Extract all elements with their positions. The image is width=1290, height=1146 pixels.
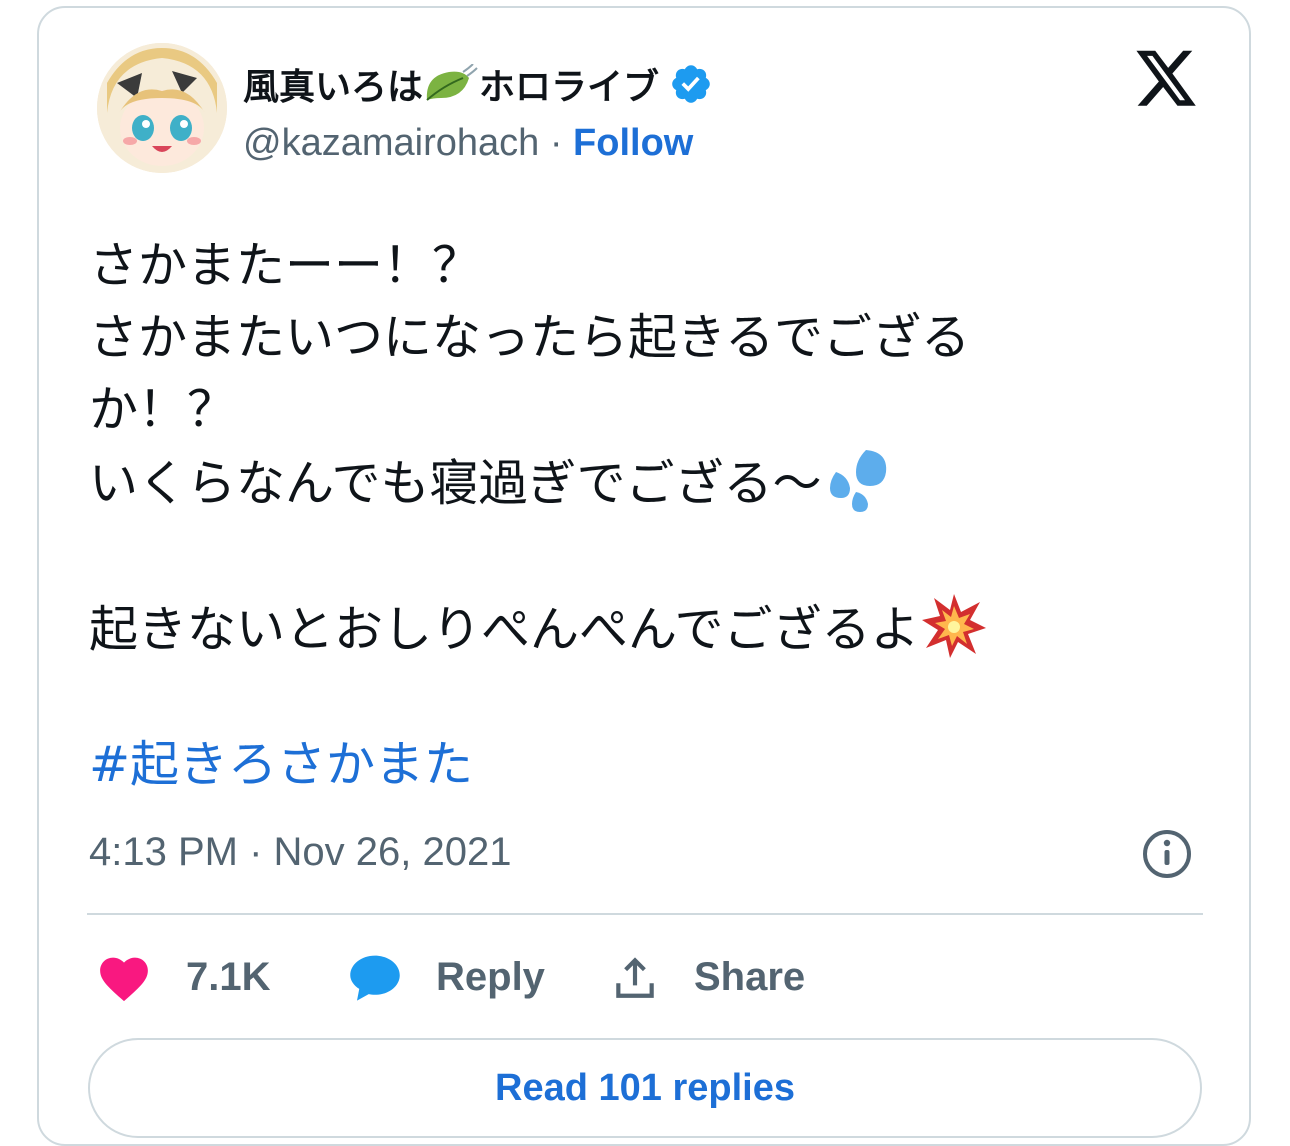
heart-icon [100,957,148,1002]
tweet-line: 起きないとおしりぺんぺんでござるよ [89,601,920,658]
share-button[interactable]: Share [610,952,805,1002]
tweet-line-with-emoji: いくらなんでも寝過ぎでござる〜 [89,446,1199,520]
share-label: Share [694,954,806,999]
reply-label: Reply [436,954,545,999]
tweet-line-with-emoji: 起きないとおしりぺんぺんでござるよ [89,592,1199,666]
display-name-suffix[interactable]: ホロライブ [479,58,659,110]
verified-icon [672,65,710,103]
leaf-icon [423,63,479,104]
reply-button[interactable]: Reply [348,952,610,1002]
handle-row: @kazamairohach · Follow [243,122,693,165]
handle[interactable]: @kazamairohach [243,122,539,164]
display-name-row[interactable]: 風真いろは ホロライブ [243,58,713,110]
sweat-drops-icon [822,446,890,514]
tweet-text: さかまたーー！？ さかまたいつになったら起きるでござる か！？ いくらなんでも寝過ぎで… [89,230,1199,666]
follow-button[interactable]: Follow [573,122,693,164]
reply-bubble-icon [350,955,400,1001]
x-logo-icon[interactable] [1133,50,1199,112]
timestamp[interactable]: 4:13 PM · Nov 26, 2021 [89,830,511,875]
action-bar: 7.1K Reply Share [96,947,805,1007]
tweet-line: か！？ [89,381,237,438]
tweet-line: さかまたいつになったら起きるでござる [89,309,971,366]
tweet-line: いくらなんでも寝過ぎでござる〜 [89,455,822,512]
divider [87,913,1203,915]
info-icon[interactable] [1141,828,1193,880]
display-name[interactable]: 風真いろは [243,58,423,110]
hashtag-link[interactable]: #起きろさかまた [89,733,473,797]
share-icon [616,957,654,998]
like-count: 7.1K [186,954,271,999]
separator: · [539,122,574,164]
tweet-line: さかまたーー！？ [89,237,482,294]
collision-icon [920,592,988,660]
like-button[interactable]: 7.1K [96,952,348,1002]
tweet-line [89,520,1199,592]
read-replies-button[interactable]: Read 101 replies [88,1038,1202,1138]
avatar[interactable] [97,43,227,173]
